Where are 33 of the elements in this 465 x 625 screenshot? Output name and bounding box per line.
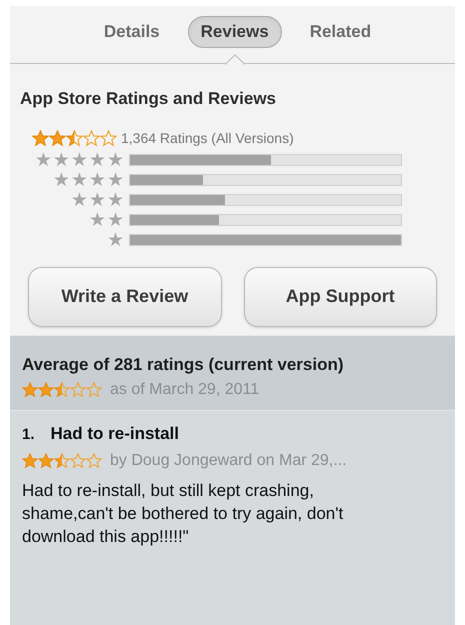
review-text: Had to re-install, but still kept crashing, shame,can't be bothered to try again, don't download this app!!!!!" [22, 480, 344, 548]
star-icon [100, 130, 117, 146]
star-icon [70, 452, 86, 468]
rating-date: as of March 29, 2011 [110, 380, 260, 400]
star-icon [49, 130, 66, 146]
star-icon [38, 452, 54, 468]
star-label: ★★★★ [52, 172, 125, 188]
star-icon [66, 130, 83, 146]
tab[interactable]: Related [298, 17, 384, 46]
star-icon [70, 382, 86, 398]
star-icon [86, 382, 102, 398]
star-label: ★★★ [70, 192, 125, 208]
star-icon [32, 130, 49, 146]
star-label: ★ [106, 232, 125, 248]
star-icon [38, 382, 54, 398]
tab[interactable]: Reviews [188, 16, 282, 48]
tab[interactable]: Details [92, 17, 172, 46]
ratings-count: 1,364 Ratings (All Versions) [121, 128, 294, 148]
review-title: Had to re-install [50, 423, 179, 445]
star-icon [22, 452, 38, 468]
star-icon [54, 382, 70, 398]
section-title: App Store Ratings and Reviews [20, 88, 277, 110]
review-number: 1. [22, 425, 35, 445]
star-label: ★★ [88, 212, 125, 228]
star-icon [22, 382, 38, 398]
action-button[interactable]: App Support [244, 266, 437, 326]
star-icon [54, 452, 70, 468]
action-button[interactable]: Write a Review [28, 266, 222, 326]
average-title: Average of 281 ratings (current version) [22, 354, 345, 376]
star-icon [86, 452, 102, 468]
star-icon [83, 130, 100, 146]
star-label: ★★★★★ [34, 152, 125, 168]
review-byline: by Doug Jongeward on Mar 29,... [110, 450, 347, 470]
